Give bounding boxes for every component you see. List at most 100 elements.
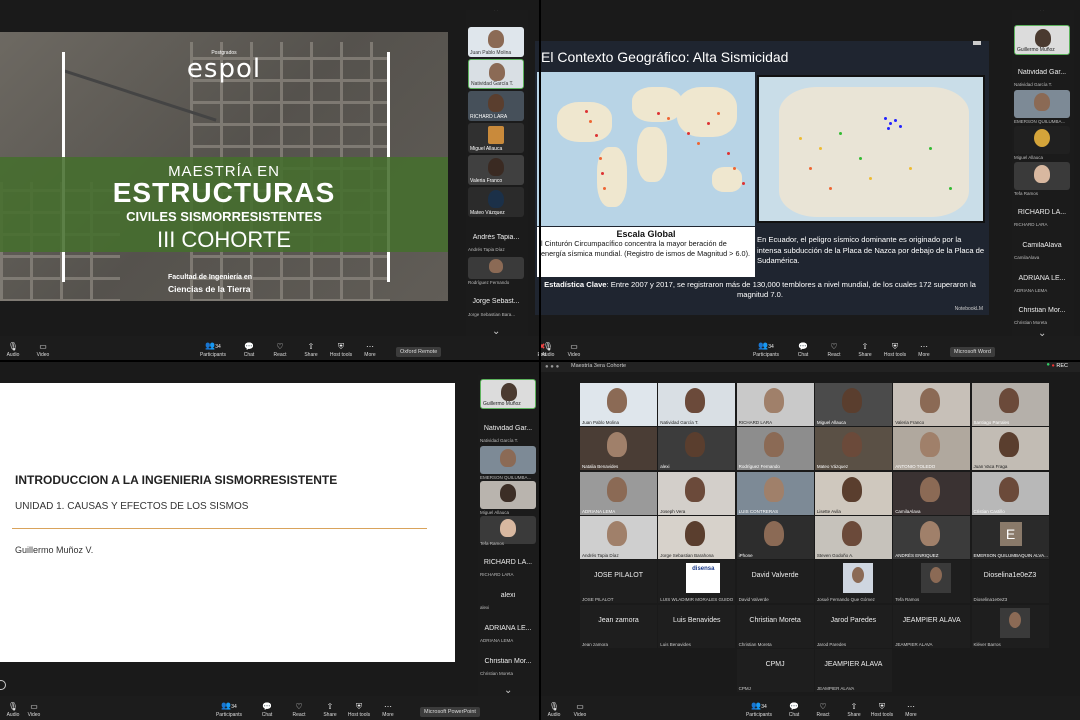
- shared-slide-sismicidad: El Contexto Geográfico: Alta Sismicidad …: [535, 41, 989, 315]
- participant-tile[interactable]: [1014, 162, 1070, 190]
- more-button[interactable]: ⋯ More: [911, 342, 937, 358]
- participant-tile[interactable]: Mateo Vázquez: [468, 187, 524, 217]
- participant-name-tile[interactable]: CPMJ CPMJ: [736, 648, 814, 692]
- video-tile[interactable]: Natalia Benavides: [580, 427, 657, 471]
- participant-tile[interactable]: Natividad García T.: [468, 59, 524, 89]
- participant-name-tile[interactable]: JEAMPIER ALAVA JEAMPIER ALAVA: [814, 648, 892, 692]
- react-button[interactable]: ♡ React: [267, 342, 293, 358]
- participants-button[interactable]: 👥34 Participants: [214, 701, 244, 718]
- participant-name[interactable]: RICHARD LA...: [480, 559, 536, 566]
- video-tile[interactable]: ANTONIO TOLEDO: [893, 427, 971, 471]
- participant-tile[interactable]: Guillermo Muñoz: [1014, 25, 1070, 55]
- video-tile[interactable]: LUIS CONTRERAS: [736, 471, 814, 515]
- video-button[interactable]: ▭ Video: [30, 342, 56, 358]
- participant-name[interactable]: Andrés Tapia...: [468, 234, 524, 241]
- video-tile[interactable]: iPhone: [736, 515, 814, 559]
- share-button[interactable]: ⇧ Share: [841, 702, 867, 718]
- participant-tile[interactable]: [480, 516, 536, 544]
- participant-name[interactable]: alexi: [480, 592, 536, 599]
- host-tools-button[interactable]: ⛨ Host tools: [882, 342, 908, 358]
- participant-name-tile[interactable]: Luis Benavides Luis Benavides: [658, 604, 736, 648]
- video-tile[interactable]: Lisette Avila: [814, 471, 892, 515]
- window-controls[interactable]: ● ● ●: [545, 364, 559, 370]
- participants-button[interactable]: 👥34 Participants: [198, 341, 228, 358]
- participant-tile[interactable]: RICHARD LARA: [468, 91, 524, 121]
- video-tile[interactable]: E EMERSON QUILUMBAQUIN ALVA...: [971, 515, 1049, 559]
- participant-name-tile[interactable]: Tefa Ramos: [893, 560, 971, 604]
- video-tile[interactable]: Steven Godoño A.: [814, 515, 892, 559]
- chevron-down-icon[interactable]: ⌄: [504, 685, 512, 696]
- react-button[interactable]: ♡ React: [821, 342, 847, 358]
- participant-name[interactable]: Natividad Gar...: [480, 425, 536, 432]
- video-tile[interactable]: CamilaAlava: [893, 471, 971, 515]
- video-tile[interactable]: Miguel Allauca: [814, 383, 892, 426]
- video-tile[interactable]: Joseph Vera: [658, 471, 736, 515]
- video-button[interactable]: ▭ Video: [567, 702, 593, 718]
- video-tile[interactable]: Juan Pablo Molina: [580, 383, 657, 426]
- participant-name-tile[interactable]: David Valverde David Valverde: [736, 560, 814, 604]
- participant-name[interactable]: RICHARD LA...: [1014, 209, 1070, 216]
- participant-name-tile[interactable]: Josué Fernando Que Gómez: [814, 560, 892, 604]
- video-tile[interactable]: Santiago Parrales: [971, 383, 1049, 426]
- more-button[interactable]: ⋯ More: [357, 342, 383, 358]
- react-button[interactable]: ♡ React: [810, 702, 836, 718]
- video-tile[interactable]: RICHARD LARA: [736, 383, 814, 426]
- chevron-up-icon[interactable]: ⌃: [492, 10, 500, 18]
- chevron-up-icon[interactable]: ⌃: [1038, 10, 1046, 18]
- participant-tile[interactable]: [1014, 126, 1070, 154]
- video-tile[interactable]: Andrés Tapia Díaz: [580, 515, 657, 559]
- participant-name-tile[interactable]: Jarod Paredes Jarod Paredes: [814, 604, 892, 648]
- participant-name-tile[interactable]: Jean zamora Jean zamora: [580, 604, 657, 648]
- participants-button[interactable]: 👥34 Participants: [751, 341, 781, 358]
- chat-button[interactable]: 💬 Chat: [790, 342, 816, 358]
- participant-name[interactable]: Christian Mor...: [1014, 307, 1070, 314]
- host-tools-button[interactable]: ⛨ Host tools: [346, 702, 372, 718]
- participant-name[interactable]: Jorge Sebast...: [468, 298, 524, 305]
- participant-name-tile[interactable]: JOSE PILALOT JOSE PILALOT: [580, 560, 657, 604]
- host-tools-button[interactable]: ⛨ Host tools: [869, 702, 895, 718]
- chat-button[interactable]: 💬 Chat: [781, 702, 807, 718]
- video-button[interactable]: ▭ Video: [21, 702, 47, 718]
- audio-button[interactable]: 🎙 Audio: [541, 702, 567, 718]
- participant-tile[interactable]: Juan Pablo Molina: [468, 27, 524, 57]
- participant-name-tile[interactable]: Kléver Barros: [971, 604, 1049, 648]
- video-tile[interactable]: alexi: [658, 427, 736, 471]
- participants-button[interactable]: 👥34 Participants: [744, 701, 774, 718]
- share-button[interactable]: ⇧ Share: [852, 342, 878, 358]
- share-button[interactable]: ⇧ Share: [317, 702, 343, 718]
- participant-tile[interactable]: [480, 481, 536, 509]
- participant-name[interactable]: Natividad Gar...: [1014, 69, 1070, 76]
- participant-name[interactable]: Christian Mor...: [480, 658, 536, 665]
- react-button[interactable]: ♡ React: [286, 702, 312, 718]
- video-tile[interactable]: Rodríguez Fernando: [736, 427, 814, 471]
- participant-name[interactable]: ADRIANA LE...: [1014, 275, 1070, 282]
- video-tile[interactable]: Natividad García T.: [658, 383, 736, 426]
- participant-name-tile[interactable]: Dioselina1e0eZ3 Dioselina1e0eZ3: [971, 560, 1049, 604]
- participant-name[interactable]: CamilaAlava: [1014, 242, 1070, 249]
- participant-tile[interactable]: [480, 446, 536, 474]
- share-button[interactable]: ⇧ Share: [298, 342, 324, 358]
- host-tools-button[interactable]: ⛨ Host tools: [328, 342, 354, 358]
- more-button[interactable]: ⋯ More: [898, 702, 924, 718]
- chat-button[interactable]: 💬 Chat: [254, 702, 280, 718]
- participant-tile[interactable]: Guillermo Muñoz: [480, 379, 536, 409]
- video-tile[interactable]: Valeria Franco: [893, 383, 971, 426]
- participant-name[interactable]: ADRIANA LE...: [480, 625, 536, 632]
- video-tile[interactable]: ANDRÉS ENRIQUEZ: [893, 515, 971, 559]
- video-button[interactable]: ▭ Video: [561, 342, 587, 358]
- participant-name-tile[interactable]: JEAMPIER ALAVA JEAMPIER ALAVA: [893, 604, 971, 648]
- video-tile[interactable]: ADRIANA LEMA: [580, 471, 657, 515]
- participant-name-tile[interactable]: Christian Moreta Christian Moreta: [736, 604, 814, 648]
- participant-tile[interactable]: [1014, 90, 1070, 118]
- video-tile[interactable]: Cristian Castillo: [971, 471, 1049, 515]
- participant-tile[interactable]: Miguel Allauca: [468, 123, 524, 153]
- audio-button[interactable]: 🎙 Audio: [0, 342, 26, 358]
- participant-tile[interactable]: [468, 257, 524, 279]
- participant-name-tile[interactable]: disensa LUIS WLADIMIR MORALES GUIDO: [658, 560, 736, 604]
- participant-tile[interactable]: Valeria Franco: [468, 155, 524, 185]
- chat-button[interactable]: 💬 Chat: [236, 342, 262, 358]
- video-tile[interactable]: Juan Vaca Fraga: [971, 427, 1049, 471]
- video-tile[interactable]: Jorge Sebastian Barahona: [658, 515, 736, 559]
- video-tile[interactable]: Mateo Vázquez: [814, 427, 892, 471]
- more-button[interactable]: ⋯ More: [375, 702, 401, 718]
